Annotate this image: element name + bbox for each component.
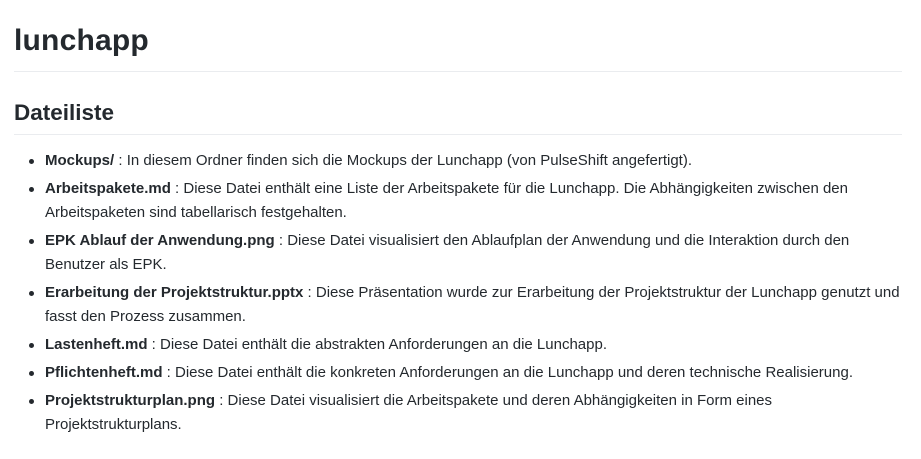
- list-item: EPK Ablauf der Anwendung.png : Diese Dat…: [29, 229, 902, 277]
- list-item: Erarbeitung der Projektstruktur.pptx : D…: [29, 281, 902, 329]
- list-item: Arbeitspakete.md : Diese Datei enthält e…: [29, 177, 902, 225]
- list-item: Mockups/ : In diesem Ordner finden sich …: [29, 149, 902, 173]
- bullet-icon: [29, 371, 34, 376]
- file-name: Projektstrukturplan.png: [45, 392, 216, 409]
- file-description: : Diese Datei enthält die konkreten Anfo…: [162, 364, 853, 381]
- list-item: Projektstrukturplan.png : Diese Datei vi…: [29, 389, 902, 437]
- list-item: Pflichtenheft.md : Diese Datei enthält d…: [29, 361, 902, 385]
- file-description: : Diese Datei enthält die abstrakten Anf…: [147, 336, 608, 353]
- section-heading: Dateiliste: [14, 72, 902, 135]
- file-name: Mockups/: [45, 152, 115, 169]
- bullet-icon: [29, 159, 34, 164]
- file-list: Mockups/ : In diesem Ordner finden sich …: [14, 149, 902, 437]
- file-name: Arbeitspakete.md: [45, 180, 171, 197]
- bullet-icon: [29, 343, 34, 348]
- page-title: lunchapp: [14, 0, 902, 72]
- file-description: : In diesem Ordner finden sich die Mocku…: [114, 152, 693, 169]
- bullet-icon: [29, 187, 34, 192]
- bullet-icon: [29, 291, 34, 296]
- bullet-icon: [29, 239, 34, 244]
- readme-content: lunchapp Dateiliste Mockups/ : In diesem…: [0, 0, 921, 437]
- file-name: Pflichtenheft.md: [45, 364, 163, 381]
- file-name: Lastenheft.md: [45, 336, 148, 353]
- file-name: Erarbeitung der Projektstruktur.pptx: [45, 284, 304, 301]
- file-name: EPK Ablauf der Anwendung.png: [45, 232, 275, 249]
- bullet-icon: [29, 399, 34, 404]
- list-item: Lastenheft.md : Diese Datei enthält die …: [29, 333, 902, 357]
